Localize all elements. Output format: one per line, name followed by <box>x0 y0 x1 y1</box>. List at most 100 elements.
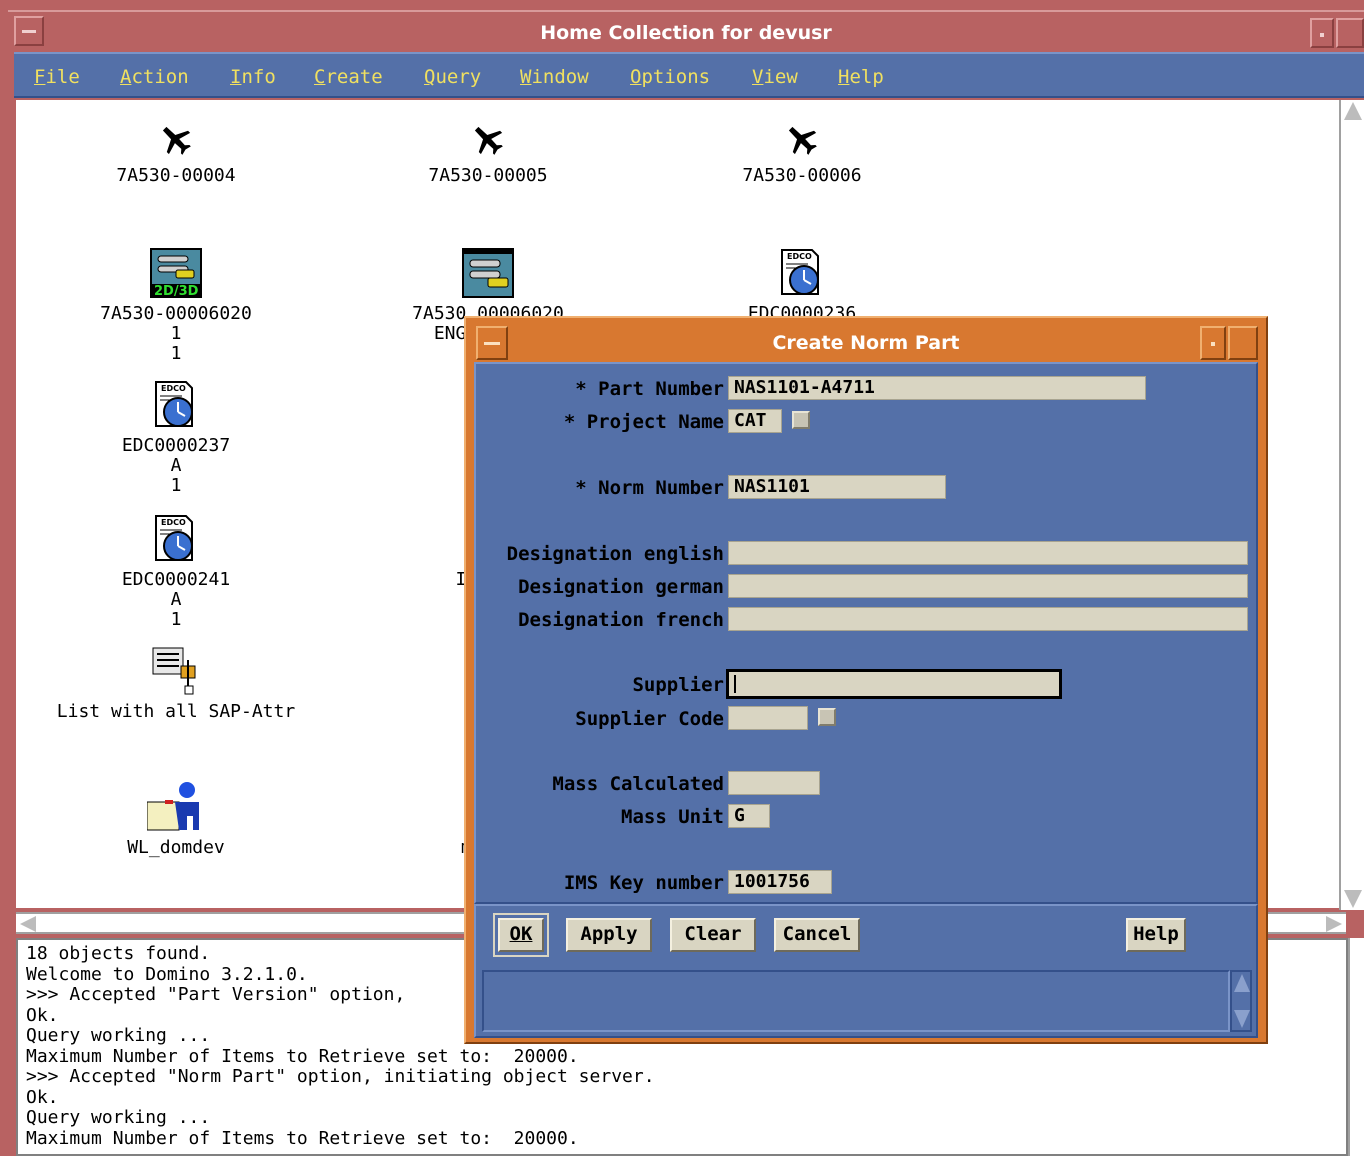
norm-number-label: * Norm Number <box>575 477 724 499</box>
svg-text:EDCO: EDCO <box>161 518 186 527</box>
scroll-right-arrow-icon[interactable] <box>1326 916 1342 932</box>
apply-button[interactable]: Apply <box>566 918 652 952</box>
collection-item-label: List with all SAP-Attr <box>56 701 296 722</box>
svg-text:EDCO: EDCO <box>787 252 812 261</box>
minimize-button[interactable] <box>1310 18 1334 48</box>
2d3d-part-icon: 2D/3D <box>26 248 326 299</box>
menu-help[interactable]: Help <box>838 66 884 88</box>
collection-item[interactable]: EDCO EDC0000236 <box>652 248 952 324</box>
airplane-icon <box>652 122 952 160</box>
dialog-minimize-button[interactable] <box>1200 326 1226 360</box>
cancel-button[interactable]: Cancel <box>774 918 860 952</box>
edco-clock-icon: EDCO <box>26 514 326 564</box>
collection-item[interactable]: 7A530-00004 <box>26 122 326 186</box>
create-norm-part-dialog: Create Norm Part * Part Number NAS1101-A… <box>464 316 1268 1044</box>
project-name-field[interactable]: CAT <box>728 409 782 433</box>
dialog-title: Create Norm Part <box>772 332 960 354</box>
window-title: Home Collection for devusr <box>540 22 832 44</box>
collection-item-label: A <box>170 455 182 476</box>
supplier-code-field[interactable] <box>728 706 808 730</box>
collection-item[interactable]: 7A530-00006 <box>652 122 952 186</box>
edco-clock-icon: EDCO <box>26 380 326 430</box>
collection-item-label: 1 <box>170 323 182 344</box>
log-line: Ok. <box>26 1086 59 1108</box>
supplier-field[interactable] <box>726 669 1062 699</box>
dialog-maximize-button[interactable] <box>1228 326 1258 360</box>
collection-item[interactable]: 7A530-00005 <box>338 122 638 186</box>
help-button[interactable]: Help <box>1126 918 1186 952</box>
ok-button-label: OK <box>509 923 533 945</box>
project-name-list-button[interactable] <box>792 411 810 429</box>
mass-calculated-field[interactable] <box>728 771 820 795</box>
clear-button[interactable]: Clear <box>670 918 756 952</box>
menu-info[interactable]: Info <box>230 66 276 88</box>
menu-query[interactable]: Query <box>424 66 481 88</box>
dialog-button-area: OK Apply Clear Cancel Help <box>474 904 1258 1038</box>
ims-key-number-label: IMS Key number <box>563 872 724 894</box>
scroll-down-arrow-icon[interactable] <box>1344 890 1362 908</box>
supplier-code-label: Supplier Code <box>575 708 724 730</box>
dialog-message-scrollbar[interactable] <box>1230 970 1252 1032</box>
mass-unit-label: Mass Unit <box>621 806 724 828</box>
mass-unit-field[interactable]: G <box>728 804 770 828</box>
collection-item-label: 7A530-00006 <box>742 165 862 186</box>
scroll-left-arrow-icon[interactable] <box>20 916 36 932</box>
list-attributes-icon <box>26 646 326 696</box>
designation-english-field[interactable] <box>728 541 1248 565</box>
collection-item-label: 1 <box>170 609 182 630</box>
collection-item-label: 7A530-00004 <box>116 165 236 186</box>
log-line: >>> Accepted "Norm Part" option, initiat… <box>26 1066 655 1087</box>
scroll-up-arrow-icon[interactable] <box>1344 102 1362 120</box>
part-number-label: * Part Number <box>575 378 724 400</box>
collection-item-label: 7A530-00005 <box>428 165 548 186</box>
dialog-title-bar[interactable]: Create Norm Part <box>472 322 1260 362</box>
collection-item-label: 1 <box>170 343 182 364</box>
ims-key-number-field[interactable]: 1001756 <box>728 870 832 894</box>
designation-german-label: Designation german <box>518 576 724 598</box>
part-number-field[interactable]: NAS1101-A4711 <box>728 376 1146 400</box>
worklist-user-icon <box>26 780 326 832</box>
collection-item-label: 1 <box>170 475 182 496</box>
collection-item[interactable]: List with all SAP-Attr <box>26 646 326 722</box>
collection-item-label: EDC0000237 <box>121 435 231 456</box>
menu-options[interactable]: Options <box>630 66 710 88</box>
designation-german-field[interactable] <box>728 574 1248 598</box>
maximize-button[interactable] <box>1336 18 1364 48</box>
menu-file[interactable]: File <box>34 66 80 88</box>
collection-item-label: EDC0000241 <box>121 569 231 590</box>
collection-item[interactable]: 2D/3D 7A530-00006020 1 1 <box>26 248 326 364</box>
designation-french-label: Designation french <box>518 609 724 631</box>
menu-window[interactable]: Window <box>520 66 589 88</box>
scroll-up-arrow-icon[interactable] <box>1234 974 1250 992</box>
part-tools-icon <box>338 248 638 298</box>
airplane-icon <box>338 122 638 160</box>
menu-create[interactable]: Create <box>314 66 383 88</box>
designation-french-field[interactable] <box>728 607 1248 631</box>
message-log-scrollbar[interactable] <box>1348 938 1364 1156</box>
icon-view-vertical-scrollbar[interactable] <box>1339 100 1364 910</box>
collection-item[interactable]: EDCO EDC0000237 A 1 <box>26 380 326 496</box>
supplier-code-list-button[interactable] <box>818 708 836 726</box>
supplier-label: Supplier <box>632 674 724 696</box>
collection-item[interactable]: WL_domdev <box>26 780 326 858</box>
designation-english-label: Designation english <box>506 543 724 565</box>
dialog-form: * Part Number NAS1101-A4711 * Project Na… <box>474 362 1258 904</box>
collection-item-label: A <box>170 589 182 610</box>
scroll-down-arrow-icon[interactable] <box>1234 1010 1250 1028</box>
collection-item-label: 7A530-00006020 <box>100 303 252 324</box>
ok-button[interactable]: OK <box>493 913 549 957</box>
main-title-bar[interactable]: Home Collection for devusr <box>8 10 1364 50</box>
menu-action[interactable]: Action <box>120 66 189 88</box>
project-name-label: * Project Name <box>563 411 724 433</box>
menu-view[interactable]: View <box>752 66 798 88</box>
edco-clock-icon: EDCO <box>652 248 952 298</box>
dialog-message-area <box>482 970 1230 1032</box>
collection-item[interactable]: EDCO EDC0000241 A 1 <box>26 514 326 630</box>
norm-number-field[interactable]: NAS1101 <box>728 475 946 499</box>
mass-calculated-label: Mass Calculated <box>552 773 724 795</box>
collection-item-label: WL_domdev <box>127 837 225 858</box>
airplane-icon <box>26 122 326 160</box>
menu-bar: File Action Info Create Query Window Options Vi… <box>14 52 1364 98</box>
log-line: Maximum Number of Items to Retrieve set … <box>26 1045 579 1067</box>
log-line: Query working ... <box>26 1107 211 1128</box>
